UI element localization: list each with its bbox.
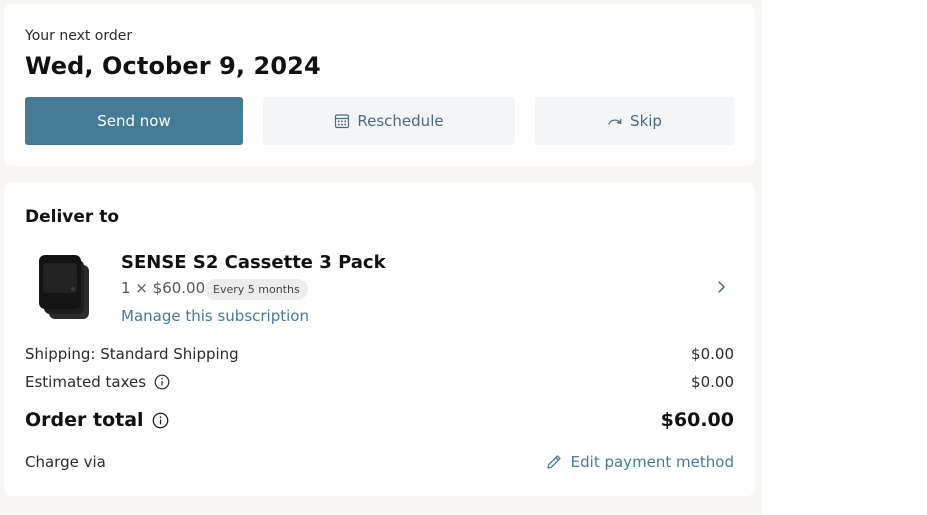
product-name: SENSE S2 Cassette 3 Pack [121, 252, 386, 273]
next-order-date: Wed, October 9, 2024 [25, 52, 321, 80]
taxes-row-label: Estimated taxes [25, 373, 170, 391]
frequency-badge: Every 5 months [205, 279, 308, 300]
skip-button[interactable]: Skip [535, 97, 734, 145]
shipping-value: $0.00 [691, 345, 734, 363]
charge-via-label: Charge via [25, 453, 106, 471]
shipping-label: Shipping: Standard Shipping [25, 345, 239, 363]
calendar-icon [334, 113, 350, 129]
order-total-value: $60.00 [660, 409, 734, 431]
chevron-right-icon[interactable] [714, 278, 728, 296]
next-order-card: Your next order Wed, October 9, 2024 Sen… [4, 4, 755, 166]
order-total-label: Order total [25, 409, 144, 431]
skip-arrow-icon [607, 113, 623, 129]
reschedule-button[interactable]: Reschedule [263, 97, 515, 145]
send-now-button[interactable]: Send now [25, 97, 243, 145]
info-icon[interactable] [152, 412, 169, 429]
manage-subscription-link[interactable]: Manage this subscription [121, 307, 309, 325]
product-image [37, 255, 93, 323]
info-icon[interactable] [154, 374, 170, 390]
taxes-label: Estimated taxes [25, 373, 147, 391]
edit-payment-label: Edit payment method [570, 453, 734, 471]
taxes-value: $0.00 [691, 373, 734, 391]
product-quantity-price: 1 × $60.00 [121, 279, 206, 297]
send-now-label: Send now [97, 112, 171, 130]
reschedule-label: Reschedule [357, 112, 444, 130]
order-details-card: Deliver to SENSE S2 Cassette 3 Pack 1 × … [4, 182, 755, 496]
next-order-label: Your next order [25, 28, 133, 44]
deliver-to-heading: Deliver to [25, 207, 120, 227]
edit-payment-method-link[interactable]: Edit payment method [545, 453, 734, 471]
pencil-icon [545, 453, 563, 471]
order-total-row-label: Order total [25, 409, 169, 431]
skip-label: Skip [630, 112, 662, 130]
